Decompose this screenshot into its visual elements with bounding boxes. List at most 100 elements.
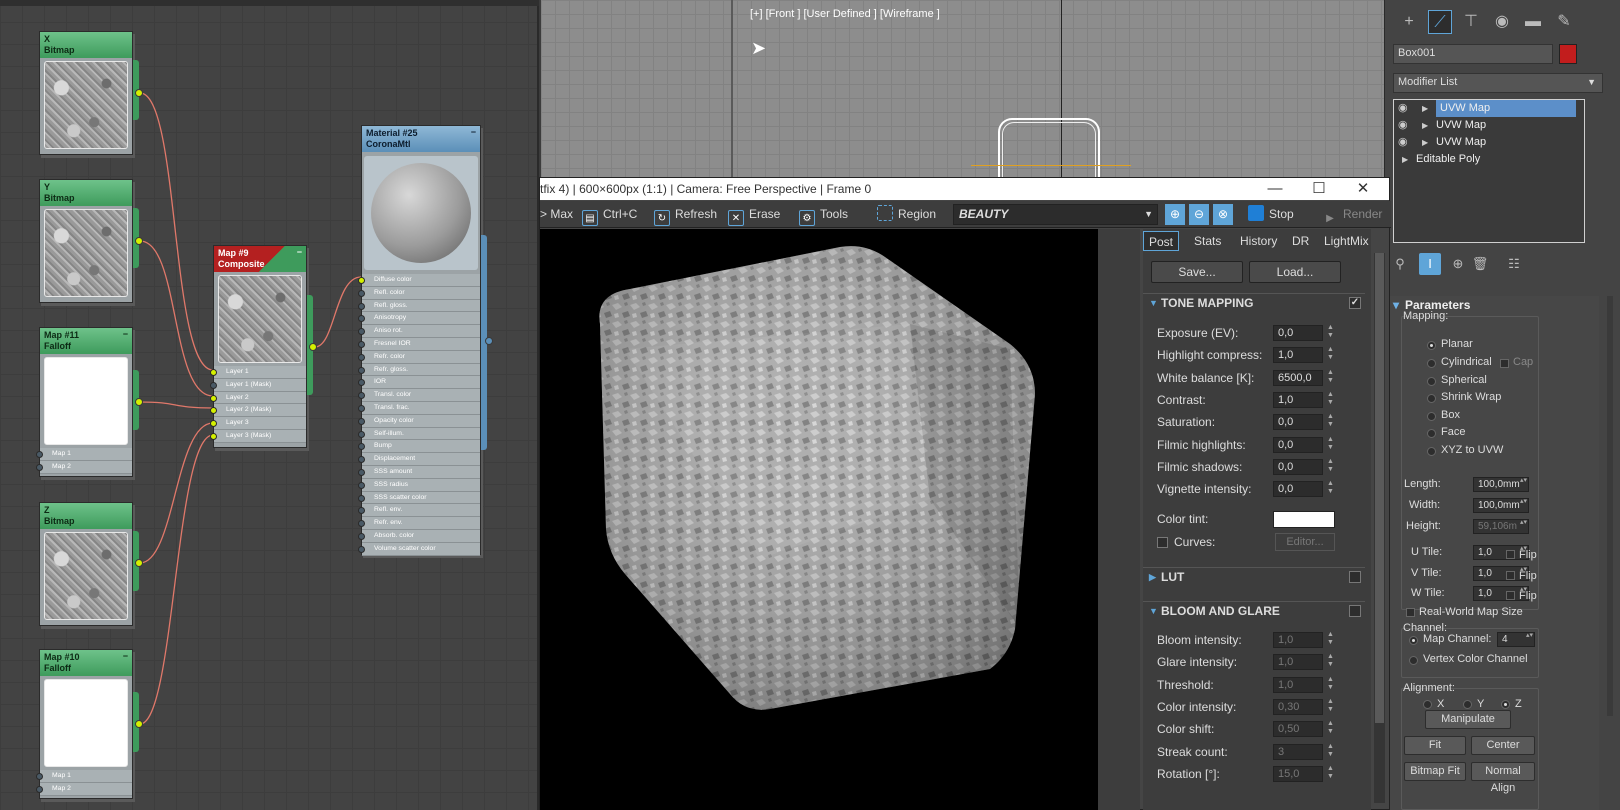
param-value-input[interactable]: 0,0 bbox=[1273, 481, 1323, 498]
command-panel[interactable]: + ⟋ ⊤ ◉ ▬ ✎ Box001 Modifier List ▼ ◉ ▶ UVW … bbox=[1384, 0, 1620, 810]
slot-map-2[interactable]: Map 2 bbox=[36, 460, 132, 474]
slot-transl-frac[interactable]: Transl. frac. bbox=[358, 401, 480, 415]
front-viewport[interactable]: [+] [Front ] [User Defined ] [Wireframe … bbox=[541, 0, 1384, 180]
bloom-glare-section[interactable]: ▼ BLOOM AND GLARE bbox=[1143, 601, 1365, 619]
expand-icon[interactable]: ▶ bbox=[1422, 134, 1428, 151]
command-panel-scrollbar[interactable] bbox=[1607, 296, 1613, 716]
slot-aniso-rot[interactable]: Aniso rot. bbox=[358, 325, 480, 338]
post-panel[interactable]: Post Stats History DR LightMix Save... L… bbox=[1143, 229, 1371, 810]
align-x-radio[interactable] bbox=[1423, 700, 1432, 709]
socket-dot[interactable] bbox=[358, 417, 365, 425]
eye-icon[interactable]: ◉ bbox=[1398, 100, 1408, 117]
socket-dot[interactable] bbox=[358, 443, 365, 451]
stack-item-uvw-map-2[interactable]: ◉ ▶ UVW Map bbox=[1394, 117, 1584, 134]
map-channel-spinner[interactable]: 4 bbox=[1497, 632, 1535, 647]
slot-map-2[interactable]: Map 2 bbox=[36, 782, 132, 796]
height-spinner[interactable]: 59,106m bbox=[1473, 519, 1529, 534]
cap-checkbox[interactable] bbox=[1500, 359, 1509, 368]
slot-layer-3[interactable]: Layer 3 bbox=[210, 417, 306, 430]
slot-map-1[interactable]: Map 1 bbox=[36, 770, 132, 783]
slot-layer-2[interactable]: Layer 2 bbox=[210, 391, 306, 405]
slot-bump[interactable]: Bump bbox=[358, 440, 480, 454]
tab-lightmix[interactable]: LightMix bbox=[1319, 231, 1374, 251]
mapping-planar-radio[interactable] bbox=[1427, 341, 1436, 350]
socket-dot[interactable] bbox=[358, 481, 365, 489]
param-value-input[interactable]: 1,0 bbox=[1273, 391, 1323, 408]
spinner-arrows-icon[interactable]: ▲ ▼ bbox=[1327, 413, 1334, 429]
slot-layer-2-mask[interactable]: Layer 2 (Mask) bbox=[210, 404, 306, 418]
bitmap-fit-button[interactable]: Bitmap Fit bbox=[1404, 762, 1466, 781]
output-socket[interactable] bbox=[485, 337, 493, 345]
normal-align-button[interactable]: Normal Align bbox=[1471, 762, 1535, 794]
output-socket[interactable] bbox=[135, 720, 143, 728]
socket-dot[interactable] bbox=[358, 430, 365, 438]
spinner-arrows-icon[interactable]: ▲ ▼ bbox=[1327, 324, 1334, 340]
socket-dot[interactable] bbox=[358, 277, 365, 284]
mapping-box-radio[interactable] bbox=[1427, 412, 1436, 421]
node-composite[interactable]: Map #9 Composite − Layer 1 Layer 1 (Mask) … bbox=[210, 245, 307, 448]
spinner-arrows-icon[interactable]: ▲ ▼ bbox=[1327, 765, 1334, 781]
tab-stats[interactable]: Stats bbox=[1189, 231, 1226, 251]
frame-buffer-titlebar[interactable]: tfix 4) | 600×600px (1:1) | Camera: Free… bbox=[540, 178, 1389, 200]
param-value-input[interactable]: 6500,0 bbox=[1273, 369, 1323, 386]
zoom-out-icon[interactable]: ⊖ bbox=[1189, 204, 1209, 225]
param-value-input[interactable]: 3 bbox=[1273, 743, 1323, 760]
spinner-arrows-icon[interactable]: ▲ ▼ bbox=[1327, 346, 1334, 362]
lut-section[interactable]: ▶ LUT bbox=[1143, 567, 1365, 585]
slot-refr-gloss[interactable]: Refr. gloss. bbox=[358, 363, 480, 377]
socket-dot[interactable] bbox=[358, 340, 365, 348]
copy-button[interactable]: ▤ Ctrl+C bbox=[582, 204, 637, 226]
param-value-input[interactable]: 0,0 bbox=[1273, 325, 1323, 341]
slot-refl-color[interactable]: Refl. color bbox=[358, 286, 480, 300]
object-name-input[interactable]: Box001 bbox=[1393, 44, 1553, 64]
corona-frame-buffer-window[interactable]: tfix 4) | 600×600px (1:1) | Camera: Free… bbox=[539, 177, 1391, 810]
node-falloff-11[interactable]: Map #11 Falloff − Map 1 Map 2 bbox=[36, 327, 133, 477]
show-end-result-icon[interactable]: I bbox=[1419, 253, 1441, 275]
erase-button[interactable]: ✕ Erase bbox=[728, 204, 780, 226]
object-color-swatch[interactable] bbox=[1559, 44, 1577, 64]
stack-item-editable-poly[interactable]: ▶ Editable Poly bbox=[1394, 151, 1584, 168]
spinner-arrows-icon[interactable]: ▲ ▼ bbox=[1327, 458, 1334, 474]
slot-diffuse-color[interactable]: Diffuse color bbox=[358, 274, 480, 287]
mapping-face-radio[interactable] bbox=[1427, 429, 1436, 438]
post-panel-scrollbar[interactable] bbox=[1374, 253, 1385, 803]
tab-dr[interactable]: DR bbox=[1287, 231, 1314, 251]
spinner-arrows-icon[interactable]: ▲ ▼ bbox=[1327, 480, 1334, 496]
to-max-button[interactable]: > Max bbox=[540, 204, 573, 225]
mapping-cylindrical-radio[interactable] bbox=[1427, 359, 1436, 368]
output-socket[interactable] bbox=[309, 343, 317, 351]
node-x-bitmap[interactable]: X Bitmap bbox=[39, 31, 133, 155]
tab-post[interactable]: Post bbox=[1143, 231, 1180, 251]
tools-button[interactable]: ⚙ Tools bbox=[799, 204, 848, 226]
slot-refl-gloss[interactable]: Refl. gloss. bbox=[358, 299, 480, 313]
socket-dot[interactable] bbox=[358, 302, 365, 310]
align-z-radio[interactable] bbox=[1501, 700, 1510, 709]
output-socket[interactable] bbox=[135, 559, 143, 567]
slot-sss-radius[interactable]: SSS radius bbox=[358, 478, 480, 492]
spinner-arrows-icon[interactable]: ▲ ▼ bbox=[1327, 391, 1334, 407]
modifier-stack[interactable]: ◉ ▶ UVW Map ◉ ▶ UVW Map ◉ ▶ UVW Map ▶ Editable … bbox=[1393, 99, 1585, 243]
socket-dot[interactable] bbox=[358, 468, 365, 476]
param-value-input[interactable]: 0,30 bbox=[1273, 698, 1323, 715]
slot-anisotropy[interactable]: Anisotropy bbox=[358, 312, 480, 326]
node-z-bitmap[interactable]: Z Bitmap bbox=[39, 502, 133, 626]
tab-history[interactable]: History bbox=[1235, 231, 1282, 251]
slot-sss-amount[interactable]: SSS amount bbox=[358, 465, 480, 479]
modify-tab-icon[interactable]: ⟋ bbox=[1428, 10, 1452, 34]
node-falloff-10[interactable]: Map #10 Falloff − Map 1 Map 2 bbox=[36, 649, 133, 799]
socket-dot[interactable] bbox=[358, 507, 365, 515]
slot-volume-scatter-color[interactable]: Volume scatter color bbox=[358, 542, 480, 556]
w-flip-checkbox[interactable] bbox=[1506, 591, 1515, 600]
minimize-icon[interactable]: — bbox=[1253, 178, 1297, 200]
maximize-icon[interactable]: ☐ bbox=[1297, 178, 1341, 200]
socket-dot[interactable] bbox=[358, 392, 365, 400]
socket-dot[interactable] bbox=[358, 404, 365, 412]
spinner-arrows-icon[interactable]: ▲ ▼ bbox=[1327, 369, 1334, 385]
stop-button[interactable]: Stop bbox=[1248, 204, 1294, 225]
render-pass-dropdown[interactable]: BEAUTY ▼ bbox=[953, 204, 1158, 225]
slot-self-illum[interactable]: Self-illum. bbox=[358, 427, 480, 441]
stack-item-uvw-map-1[interactable]: ◉ ▶ UVW Map bbox=[1394, 100, 1584, 117]
load-button[interactable]: Load... bbox=[1249, 261, 1341, 283]
socket-dot[interactable] bbox=[358, 456, 365, 464]
length-spinner[interactable]: 100,0mm bbox=[1473, 477, 1529, 492]
